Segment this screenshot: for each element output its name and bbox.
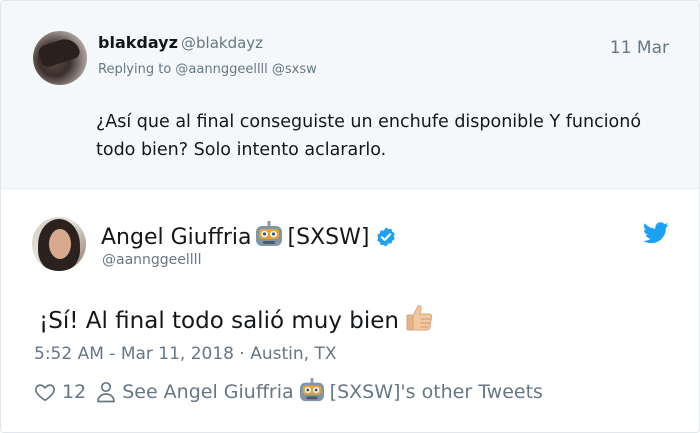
tweet-actions: 12 See Angel Giuffria [SXSW]'s other Twe… <box>34 377 543 407</box>
tweet-embed: blakdayz @blakdayz 11 Mar Replying to @a… <box>0 0 700 433</box>
like-count[interactable]: 12 <box>62 381 86 403</box>
heart-icon[interactable] <box>34 381 56 403</box>
replying-to: Replying to @aannggeellll @sxsw <box>98 62 317 77</box>
see-other-tweets-prefix[interactable]: See Angel Giuffria <box>122 381 293 403</box>
reply-date[interactable]: 11 Mar <box>610 38 669 58</box>
thumbs-up-emoji-icon <box>403 302 435 340</box>
reply-author-handle[interactable]: @blakdayz <box>181 34 263 52</box>
reply-tweet: blakdayz @blakdayz 11 Mar Replying to @a… <box>1 1 699 189</box>
person-icon <box>96 381 116 403</box>
tweet-text: ¡Sí! Al final todo salió muy bien <box>39 302 435 340</box>
tweet-text-body: ¡Sí! Al final todo salió muy bien <box>39 308 399 334</box>
see-other-tweets-suffix[interactable]: [SXSW]'s other Tweets <box>330 381 543 403</box>
author-handle[interactable]: @aannggeellll <box>102 252 201 268</box>
author-name[interactable]: Angel Giuffria [SXSW] <box>101 221 397 253</box>
tweet-timestamp-location[interactable]: 5:52 AM - Mar 11, 2018 · Austin, TX <box>34 344 336 364</box>
twitter-bird-icon[interactable] <box>643 222 669 244</box>
author-name-text: Angel Giuffria <box>101 224 252 250</box>
reply-text: ¿Así que al final conseguiste un enchufe… <box>96 112 642 160</box>
author-name-suffix: [SXSW] <box>287 224 370 250</box>
robot-emoji-icon <box>298 377 326 407</box>
robot-emoji-icon <box>254 221 284 253</box>
verified-badge-icon <box>375 226 397 248</box>
author-avatar[interactable] <box>32 217 86 271</box>
reply-author-name[interactable]: blakdayz <box>98 33 178 52</box>
reply-avatar[interactable] <box>33 31 87 85</box>
